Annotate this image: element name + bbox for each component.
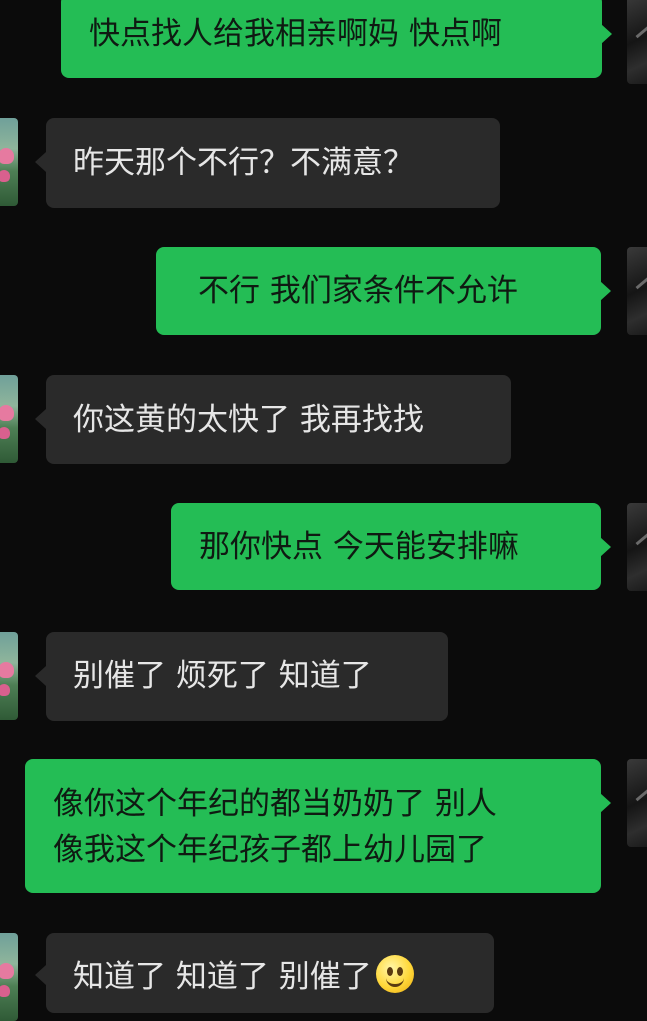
lotus-flower-icon: [0, 684, 10, 696]
message-text: 那你快点 今天能安排嘛: [199, 529, 519, 565]
message-text: 知道了 知道了 别催了: [73, 959, 372, 995]
message-bubble[interactable]: 知道了 知道了 别催了: [46, 933, 494, 1013]
bubble-tail: [35, 666, 46, 686]
lotus-flower-icon: [0, 985, 10, 997]
my-avatar[interactable]: [627, 247, 647, 335]
message-text: 你这黄的太快了 我再找找: [73, 402, 424, 438]
message-text: 昨天那个不行？不满意？: [73, 145, 414, 181]
lotus-flower-icon: [0, 662, 14, 678]
message-bubble[interactable]: 那你快点 今天能安排嘛: [171, 503, 601, 590]
bubble-tail: [600, 793, 611, 813]
message-bubble[interactable]: 快点找人给我相亲啊妈 快点啊: [61, 0, 602, 78]
bubble-tail: [35, 152, 46, 172]
bubble-tail: [35, 965, 46, 985]
smiling-face-emoji-icon: [375, 955, 414, 993]
bubble-tail: [600, 537, 611, 557]
message-bubble[interactable]: 昨天那个不行？不满意？: [46, 118, 500, 208]
message-text-line: 像你这个年纪的都当奶奶了 别人: [53, 786, 497, 822]
message-bubble[interactable]: 你这黄的太快了 我再找找: [46, 375, 511, 464]
my-avatar[interactable]: [627, 503, 647, 591]
contact-avatar[interactable]: [0, 632, 18, 720]
contact-avatar[interactable]: [0, 118, 18, 206]
contact-avatar[interactable]: [0, 933, 18, 1021]
message-text: 快点找人给我相亲啊妈 快点啊: [89, 16, 502, 52]
bubble-tail: [600, 281, 611, 301]
message-bubble[interactable]: 像你这个年纪的都当奶奶了 别人 像我这个年纪孩子都上幼儿园了: [25, 759, 601, 893]
lotus-flower-icon: [0, 405, 14, 421]
bubble-tail: [601, 24, 612, 44]
message-text: 别催了 烦死了 知道了: [73, 658, 372, 694]
bubble-tail: [35, 409, 46, 429]
contact-avatar[interactable]: [0, 375, 18, 463]
lotus-flower-icon: [0, 170, 10, 182]
message-bubble[interactable]: 不行 我们家条件不允许: [156, 247, 601, 335]
my-avatar[interactable]: [627, 759, 647, 847]
lotus-flower-icon: [0, 963, 14, 979]
message-text: 不行 我们家条件不允许: [198, 273, 518, 309]
my-avatar[interactable]: [627, 0, 647, 84]
message-bubble[interactable]: 别催了 烦死了 知道了: [46, 632, 448, 721]
message-text-line: 像我这个年纪孩子都上幼儿园了: [53, 832, 487, 868]
lotus-flower-icon: [0, 148, 14, 164]
lotus-flower-icon: [0, 427, 10, 439]
